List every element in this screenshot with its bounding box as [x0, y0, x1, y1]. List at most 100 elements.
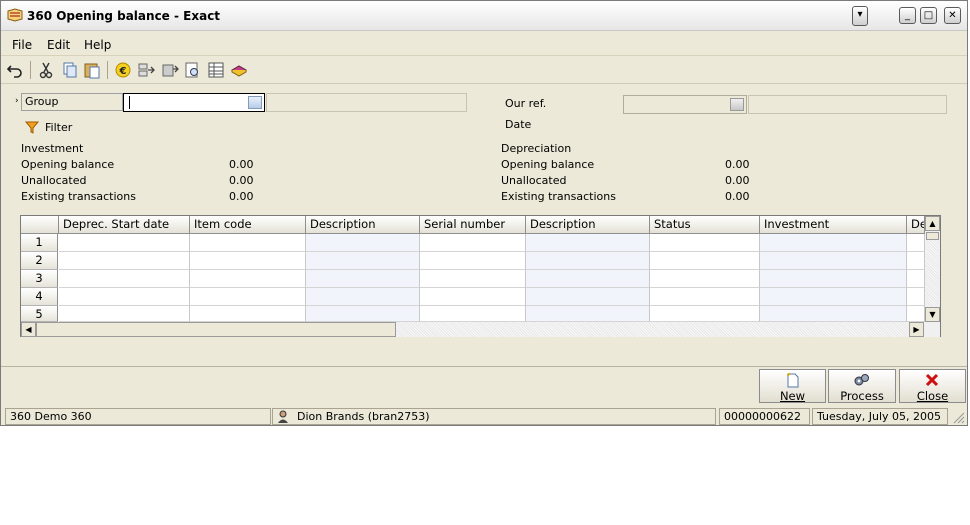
- menu-help[interactable]: Help: [84, 38, 111, 52]
- row-header[interactable]: 5: [21, 306, 58, 322]
- copy-icon[interactable]: [61, 61, 79, 79]
- grid-cell[interactable]: [420, 252, 526, 270]
- grid-cell[interactable]: [190, 288, 306, 306]
- grid-cell[interactable]: [760, 288, 907, 306]
- column-header-investment[interactable]: Investment: [760, 216, 907, 234]
- columns-icon[interactable]: [207, 61, 225, 79]
- preview-icon[interactable]: [184, 61, 202, 79]
- vertical-scroll-thumb[interactable]: [926, 232, 939, 240]
- menu-edit[interactable]: Edit: [47, 38, 70, 52]
- grid-cell[interactable]: [760, 234, 907, 252]
- grid-cell[interactable]: [306, 306, 420, 322]
- row-header[interactable]: 3: [21, 270, 58, 288]
- grid-cell[interactable]: [306, 288, 420, 306]
- grid-cell[interactable]: [420, 270, 526, 288]
- scroll-down-icon[interactable]: ▼: [925, 307, 940, 322]
- status-date: Tuesday, July 05, 2005: [812, 408, 948, 425]
- new-button-label: New: [779, 389, 806, 403]
- grid-cell[interactable]: [190, 234, 306, 252]
- grid-cell[interactable]: [190, 252, 306, 270]
- menu-dropdown-icon[interactable]: ▾: [852, 6, 868, 26]
- scroll-up-icon[interactable]: ▲: [925, 216, 940, 231]
- cut-icon[interactable]: [37, 61, 55, 79]
- scroll-left-icon[interactable]: ◀: [21, 322, 36, 337]
- grid-cell[interactable]: [526, 288, 650, 306]
- euro-icon[interactable]: €: [114, 61, 132, 79]
- grid-cell[interactable]: [760, 306, 907, 322]
- grid-cell[interactable]: [907, 306, 925, 322]
- minimize-button[interactable]: _: [899, 7, 916, 24]
- grid-cell[interactable]: [526, 234, 650, 252]
- undo-icon[interactable]: [6, 61, 24, 79]
- menu-file[interactable]: File: [12, 38, 32, 52]
- grid-cell[interactable]: [59, 270, 190, 288]
- grid-cell[interactable]: [59, 306, 190, 322]
- resize-grip-icon[interactable]: [951, 410, 965, 424]
- grid-cell[interactable]: [907, 234, 925, 252]
- grid-corner[interactable]: [21, 216, 59, 234]
- depreciation-existing-value: 0.00: [725, 190, 750, 203]
- investment-existing-label: Existing transactions: [21, 190, 136, 203]
- column-header-depreciation[interactable]: De: [907, 216, 925, 234]
- opening-balance-grid[interactable]: Deprec. Start date Item code Description…: [20, 215, 941, 337]
- grid-cell[interactable]: [306, 270, 420, 288]
- grid-cell[interactable]: [59, 288, 190, 306]
- grid-cell[interactable]: [907, 252, 925, 270]
- toolbar: €: [1, 57, 967, 84]
- grid-cell[interactable]: [526, 252, 650, 270]
- filter-link[interactable]: Filter: [45, 121, 72, 134]
- group-lookup-icon[interactable]: [248, 96, 262, 109]
- group-input[interactable]: [123, 93, 265, 112]
- grid-cell[interactable]: [907, 270, 925, 288]
- grid-cell[interactable]: [59, 234, 190, 252]
- scroll-right-icon[interactable]: ▶: [909, 322, 924, 337]
- row-header[interactable]: 2: [21, 252, 58, 270]
- grid-cell[interactable]: [760, 252, 907, 270]
- column-header-item-code[interactable]: Item code: [190, 216, 306, 234]
- new-button[interactable]: New: [759, 369, 826, 403]
- export-icon[interactable]: [138, 61, 156, 79]
- process-button[interactable]: Process: [828, 369, 896, 403]
- maximize-button[interactable]: □: [920, 7, 937, 24]
- grid-cell[interactable]: [907, 288, 925, 306]
- column-header-serial-number[interactable]: Serial number: [420, 216, 526, 234]
- horizontal-scroll-thumb[interactable]: [36, 322, 396, 337]
- row-header[interactable]: 1: [21, 234, 58, 252]
- grid-cell[interactable]: [190, 270, 306, 288]
- grid-cell[interactable]: [306, 252, 420, 270]
- column-header-deprec-start-date[interactable]: Deprec. Start date: [59, 216, 190, 234]
- book-icon[interactable]: [230, 61, 248, 79]
- grid-cell[interactable]: [650, 234, 760, 252]
- grid-cell[interactable]: [650, 288, 760, 306]
- grid-cell[interactable]: [526, 306, 650, 322]
- our-ref-lookup-icon[interactable]: [730, 98, 744, 111]
- row-header[interactable]: 4: [21, 288, 58, 306]
- grid-cell[interactable]: [650, 270, 760, 288]
- column-header-status[interactable]: Status: [650, 216, 760, 234]
- paste-icon[interactable]: [83, 61, 101, 79]
- horizontal-scroll-track[interactable]: [396, 322, 909, 337]
- grid-cell[interactable]: [650, 252, 760, 270]
- column-header-description[interactable]: Description: [306, 216, 420, 234]
- grid-cell[interactable]: [526, 270, 650, 288]
- grid-cell[interactable]: [190, 306, 306, 322]
- close-window-button[interactable]: ✕: [944, 7, 961, 24]
- grid-cell[interactable]: [420, 234, 526, 252]
- grid-horizontal-scrollbar[interactable]: ◀ ▶: [21, 322, 940, 337]
- close-button[interactable]: Close: [899, 369, 966, 403]
- grid-cell[interactable]: [420, 306, 526, 322]
- vertical-scroll-track[interactable]: [925, 240, 940, 307]
- title-bar[interactable]: 360 Opening balance - Exact ▾ _ □ ✕: [1, 1, 967, 31]
- import-icon[interactable]: [161, 61, 179, 79]
- grid-cell[interactable]: [59, 252, 190, 270]
- column-header-description-2[interactable]: Description: [526, 216, 650, 234]
- investment-heading: Investment: [21, 142, 84, 155]
- process-button-label: Process: [840, 389, 884, 403]
- grid-cell[interactable]: [760, 270, 907, 288]
- our-ref-input[interactable]: [623, 95, 747, 114]
- grid-cell[interactable]: [650, 306, 760, 322]
- grid-cell[interactable]: [420, 288, 526, 306]
- grid-vertical-scrollbar[interactable]: ▲ ▼: [925, 216, 940, 322]
- our-ref-label: Our ref.: [505, 97, 547, 110]
- grid-cell[interactable]: [306, 234, 420, 252]
